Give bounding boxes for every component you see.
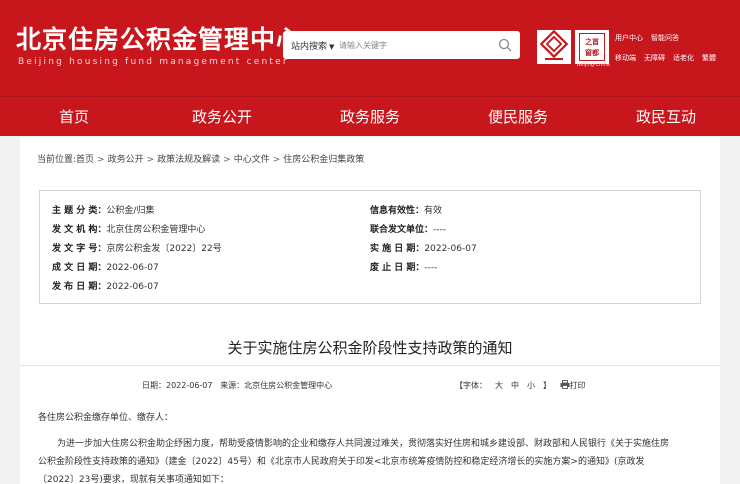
chevron-down-icon: ▼	[329, 43, 335, 51]
meta-issuer: 发 文 机 构：北京住房公积金管理中心	[52, 222, 205, 236]
print-button[interactable]: 打印	[570, 381, 586, 390]
meta-written-date: 成 文 日 期：2022-06-07	[52, 260, 159, 274]
logo-frame: 之首 窗都	[579, 33, 605, 61]
main-nav: 首页 政务公开 政务服务 便民服务 政民互动	[0, 96, 740, 136]
font-size-label: 【字体：	[455, 381, 487, 390]
article-date: 日期：2022-06-07	[142, 381, 213, 390]
logo-text-bottom: 窗都	[585, 49, 599, 57]
diamond-logo-icon	[539, 29, 569, 60]
article-content: 当前位置:首页 > 政务公开 > 政策法规及解读 > 中心文件 > 住房公积金归集政策 主 题 …	[20, 137, 720, 484]
breadcrumb-gov-affairs[interactable]: 政务公开	[108, 155, 144, 165]
nav-item-public-services[interactable]: 便民服务	[444, 97, 592, 136]
header-tools: 用户中心 智能问答 移动端 无障碍 适老化 繁體	[615, 33, 735, 73]
body-paragraph-line-3: 〔2022〕23号)要求，现就有关事项通知如下：	[38, 475, 229, 484]
search-scope-select[interactable]: 站内搜索 ▼	[291, 39, 334, 52]
nav-item-gov-affairs-open[interactable]: 政务公开	[148, 97, 296, 136]
document-title: 关于实施住房公积金阶段性支持政策的通知	[227, 339, 513, 357]
meta-value: 公积金/归集	[106, 206, 155, 216]
search-scope-label: 站内搜索	[291, 42, 328, 52]
meta-publish-date: 发 布 日 期：2022-06-07	[52, 279, 159, 293]
logo-text-top: 之首	[585, 38, 599, 46]
meta-label: 发 文 机 构：	[52, 225, 107, 235]
meta-label: 发 文 字 号：	[52, 244, 107, 254]
meta-label: 主 题 分 类：	[52, 206, 107, 216]
user-center-link[interactable]: 用户中心	[615, 33, 643, 43]
meta-joint-issuer: 联合发文单位：----	[370, 222, 446, 236]
logo-caption: Beijing·China	[577, 62, 610, 68]
meta-value: ----	[424, 263, 438, 273]
meta-doc-number: 发 文 字 号：京房公积金发〔2022〕22号	[52, 241, 222, 255]
meta-value: 2022-06-07	[424, 244, 477, 254]
meta-label: 信息有效性：	[370, 206, 425, 216]
site-subtitle: Beijing housing fund management center	[18, 57, 289, 67]
meta-label: 联合发文单位：	[370, 225, 434, 235]
meta-label: 成 文 日 期：	[52, 263, 107, 273]
mobile-link[interactable]: 移动端	[615, 53, 636, 63]
document-metadata: 主 题 分 类：公积金/归集 发 文 机 构：北京住房公积金管理中心 发 文 字…	[39, 190, 701, 304]
smart-qa-link[interactable]: 智能问答	[651, 33, 679, 43]
meta-repeal-date: 废 止 日 期：----	[370, 260, 437, 274]
font-size-large-button[interactable]: 大	[495, 381, 503, 390]
site-header: 北京住房公积金管理中心 Beijing housing fund managem…	[0, 0, 740, 96]
breadcrumb-current[interactable]: 住房公积金归集政策	[283, 155, 364, 165]
traditional-chinese-link[interactable]: 繁體	[702, 53, 716, 63]
font-size-end: 】	[543, 381, 551, 390]
government-emblem-logo[interactable]	[537, 29, 571, 64]
meta-label: 实 施 日 期：	[370, 244, 425, 254]
search-input[interactable]	[339, 36, 489, 54]
meta-value: 2022-06-07	[106, 282, 159, 292]
breadcrumb-policy[interactable]: 政策法规及解读	[157, 155, 220, 165]
article-info-bar: 日期：2022-06-07 来源：北京住房公积金管理中心 【字体： 大中小】 打印	[20, 375, 720, 395]
title-divider	[20, 365, 720, 366]
font-size-small-button[interactable]: 小	[527, 381, 535, 390]
meta-effective-date: 实 施 日 期：2022-06-07	[370, 241, 477, 255]
article-date-source: 日期：2022-06-07 来源：北京住房公积金管理中心	[142, 380, 332, 391]
font-size-medium-button[interactable]: 中	[511, 381, 519, 390]
meta-topic: 主 题 分 类：公积金/归集	[52, 203, 154, 217]
meta-validity: 信息有效性：有效	[370, 203, 442, 217]
breadcrumb-home[interactable]: 当前位置:首页	[37, 155, 94, 165]
elderly-mode-link[interactable]: 适老化	[673, 53, 694, 63]
breadcrumb: 当前位置:首页 > 政务公开 > 政策法规及解读 > 中心文件 > 住房公积金归集政策	[37, 155, 365, 165]
search-icon[interactable]	[498, 38, 512, 52]
meta-value: 京房公积金发〔2022〕22号	[106, 244, 222, 254]
site-title[interactable]: 北京住房公积金管理中心	[16, 20, 302, 56]
nav-item-gov-services[interactable]: 政务服务	[296, 97, 444, 136]
search-box: 站内搜索 ▼	[283, 31, 520, 59]
nav-item-home[interactable]: 首页	[0, 97, 148, 136]
meta-value: ----	[433, 225, 447, 235]
article-source: 来源：北京住房公积金管理中心	[220, 381, 333, 390]
meta-value: 北京住房公积金管理中心	[106, 225, 206, 235]
body-paragraph-line-1: 为进一步加大住房公积金助企纾困力度，帮助受疫情影响的企业和缴存人共同渡过难关，贯…	[57, 439, 670, 449]
meta-value: 有效	[424, 206, 443, 216]
print-icon[interactable]	[560, 380, 570, 389]
nav-item-interaction[interactable]: 政民互动	[592, 97, 740, 136]
meta-label: 发 布 日 期：	[52, 282, 107, 292]
capital-window-logo[interactable]: 之首 窗都	[575, 30, 609, 64]
article-tools: 【字体： 大中小】 打印	[455, 380, 586, 391]
body-paragraph-line-2: 公积金阶段性支持政策的通知》（建金〔2022〕45号）和《北京市人民政府关于印发…	[38, 457, 645, 467]
body-salutation: 各住房公积金缴存单位、缴存人：	[38, 413, 174, 423]
meta-label: 废 止 日 期：	[370, 263, 425, 273]
accessibility-link[interactable]: 无障碍	[644, 53, 665, 63]
meta-value: 2022-06-07	[106, 263, 159, 273]
breadcrumb-center-docs[interactable]: 中心文件	[234, 155, 270, 165]
